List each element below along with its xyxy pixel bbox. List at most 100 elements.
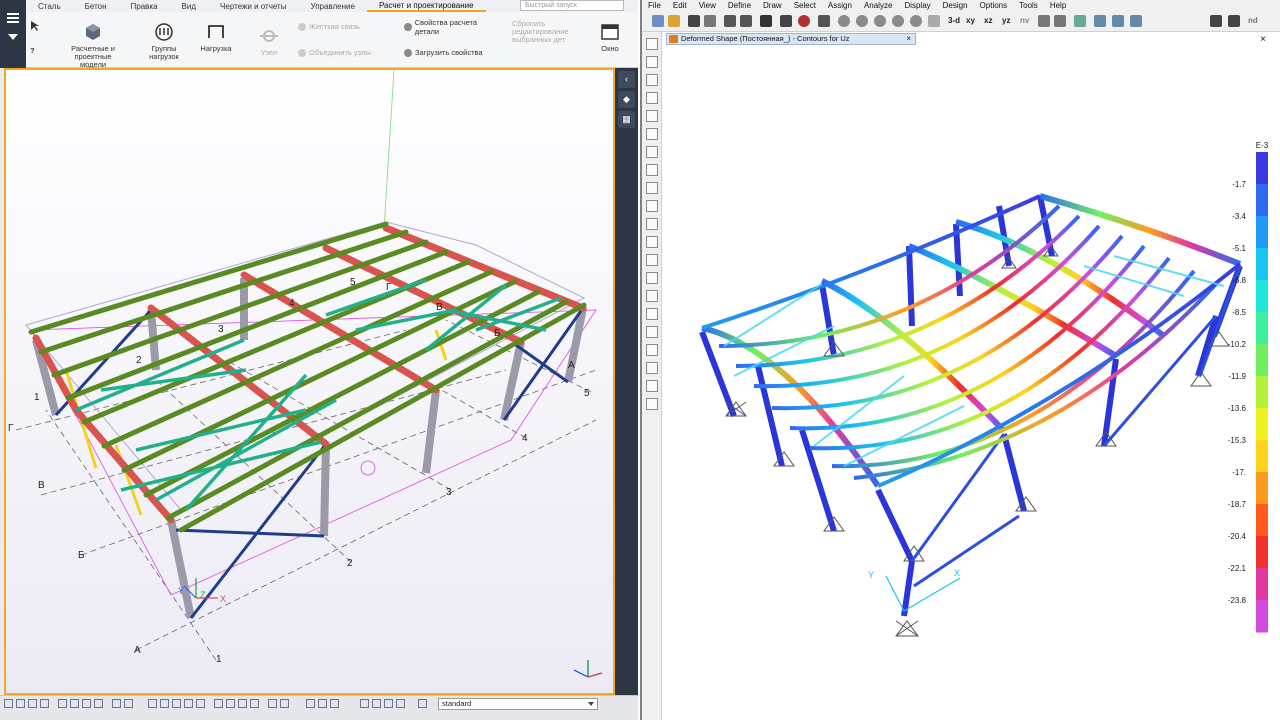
snap-free-icon[interactable] (318, 699, 327, 708)
select-surface-icon[interactable] (28, 699, 37, 708)
select-tool-button[interactable] (30, 20, 40, 32)
snap-grid-icon[interactable] (306, 699, 315, 708)
cube-view-icon[interactable]: ◆ (618, 91, 635, 108)
zoom-window-icon[interactable] (838, 15, 850, 27)
collapse-icon[interactable]: ‹ (618, 71, 635, 88)
snap-center-icon[interactable] (184, 699, 193, 708)
view-filter-select[interactable]: standard (438, 698, 598, 710)
shrink-icon[interactable] (1094, 15, 1106, 27)
app-menu-panel[interactable] (0, 0, 26, 68)
undo-icon[interactable] (724, 15, 736, 27)
snap-icon[interactable] (645, 362, 658, 374)
tab-analysis[interactable]: Расчет и проектирование (366, 1, 486, 12)
nd-button[interactable]: nd (1248, 16, 1258, 25)
snap-ref-icon[interactable] (148, 699, 157, 708)
new-file-icon[interactable] (652, 15, 664, 27)
tab-edit[interactable]: Правка (119, 2, 170, 11)
filter-settings-icon[interactable] (418, 699, 427, 708)
draw-solid-icon[interactable] (645, 200, 658, 212)
draw-rect-area-icon[interactable] (645, 164, 658, 176)
view-xz-button[interactable]: xz (984, 16, 992, 25)
tab-steel[interactable]: Сталь (26, 2, 73, 11)
part-props-button[interactable]: Свойства расчета детали (404, 18, 500, 36)
select-component-icon[interactable] (124, 699, 133, 708)
select-point-icon[interactable] (40, 699, 49, 708)
save-icon[interactable] (688, 15, 700, 27)
select-all-icon[interactable] (645, 236, 658, 248)
snap-end-icon[interactable] (172, 699, 181, 708)
draw-brace-icon[interactable] (645, 128, 658, 140)
open-file-icon[interactable] (668, 15, 680, 27)
zoom-in-icon[interactable] (856, 15, 868, 27)
menu-design[interactable]: Design (937, 1, 974, 10)
zoom-restore-icon[interactable] (892, 15, 904, 27)
select-cut-icon[interactable] (94, 699, 103, 708)
assign-load-icon[interactable] (645, 326, 658, 338)
run-analysis-icon[interactable] (798, 15, 810, 27)
clear-selection-icon[interactable] (645, 272, 658, 284)
load-props-button[interactable]: Загрузить свойства (404, 48, 483, 57)
model-viewport[interactable]: А Б В Г 1 2 3 4 5 1 2 3 4 5 Г В Б А Z X … (4, 68, 615, 695)
menu-display[interactable]: Display (898, 1, 936, 10)
lock-icon[interactable] (780, 15, 792, 27)
filter-arrow-icon[interactable] (384, 699, 393, 708)
snap-geom-icon[interactable] (160, 699, 169, 708)
snap-ext-icon[interactable] (238, 699, 247, 708)
view-3d-button[interactable]: 3-d (948, 16, 960, 25)
menu-define[interactable]: Define (722, 1, 757, 10)
select-part-icon[interactable] (16, 699, 25, 708)
intersect-line-icon[interactable] (645, 290, 658, 302)
snap-plane-icon[interactable] (280, 699, 289, 708)
load-groups-button[interactable]: Группы нагрузок (144, 22, 184, 61)
deformed-shape-viewport[interactable]: Y X E-3 -1.7 -3.4 -5.1 -6.8 -8.5 -10.2 -11.9 -1… (664, 46, 1280, 720)
draw-poly-area-icon[interactable] (645, 146, 658, 158)
doc-tab[interactable]: Deformed Shape (Постоянная_) - Contours … (666, 33, 916, 45)
chevron-down-icon[interactable] (8, 34, 18, 40)
menu-help[interactable]: Help (1044, 1, 1072, 10)
menu-tools[interactable]: Tools (1013, 1, 1044, 10)
set-display-icon[interactable] (1112, 15, 1124, 27)
draw-link-icon[interactable] (645, 218, 658, 230)
select-bolt-icon[interactable] (70, 699, 79, 708)
snap-mid-icon[interactable] (645, 380, 658, 392)
pencil-icon[interactable] (760, 15, 772, 27)
assign-section-icon[interactable] (645, 344, 658, 356)
select-all-icon[interactable] (4, 699, 13, 708)
tab-view[interactable]: Вид (170, 2, 208, 11)
snap-line-icon[interactable] (268, 699, 277, 708)
assign-restraint-icon[interactable] (645, 308, 658, 320)
filter-move-icon[interactable] (372, 699, 381, 708)
snap-intersect-icon[interactable] (214, 699, 223, 708)
menu-select[interactable]: Select (788, 1, 822, 10)
menu-assign[interactable]: Assign (822, 1, 858, 10)
snap-mid-icon[interactable] (196, 699, 205, 708)
get-previous-selection-icon[interactable] (645, 254, 658, 266)
tab-concrete[interactable]: Бетон (73, 2, 119, 11)
view-yz-button[interactable]: yz (1002, 16, 1010, 25)
edit-selected-button[interactable]: Сбросить редактирование выбранных дет (512, 20, 582, 44)
analysis-models-button[interactable]: Расчетные и проектные модели (62, 22, 124, 69)
draw-joint-icon[interactable] (645, 74, 658, 86)
snap-cancel-icon[interactable] (330, 699, 339, 708)
select-grid-icon[interactable] (58, 699, 67, 708)
joint-icon[interactable] (1228, 15, 1240, 27)
reshape-icon[interactable] (645, 56, 658, 68)
draw-frame-icon[interactable] (645, 92, 658, 104)
help-tool-button[interactable]: ? (30, 46, 35, 55)
menu-draw[interactable]: Draw (757, 1, 788, 10)
tekla-3d-model[interactable]: А Б В Г 1 2 3 4 5 1 2 3 4 5 Г В Б А Z X … (6, 70, 613, 693)
select-weld-icon[interactable] (82, 699, 91, 708)
close-tab-icon[interactable]: × (906, 34, 911, 44)
rotate-left-icon[interactable] (1038, 15, 1050, 27)
redo-icon[interactable] (740, 15, 752, 27)
filter-camera-icon[interactable] (396, 699, 405, 708)
rotate-right-icon[interactable] (1054, 15, 1066, 27)
filter-green-icon[interactable] (360, 699, 369, 708)
menu-edit[interactable]: Edit (667, 1, 693, 10)
load-button[interactable]: Нагрузка (196, 22, 236, 53)
snap-perp-icon[interactable] (226, 699, 235, 708)
show-options-icon[interactable] (1130, 15, 1142, 27)
view-nv-button[interactable]: nv (1020, 16, 1029, 25)
quick-draw-area-icon[interactable] (645, 182, 658, 194)
tab-drawings[interactable]: Чертежи и отчеты (208, 2, 298, 11)
